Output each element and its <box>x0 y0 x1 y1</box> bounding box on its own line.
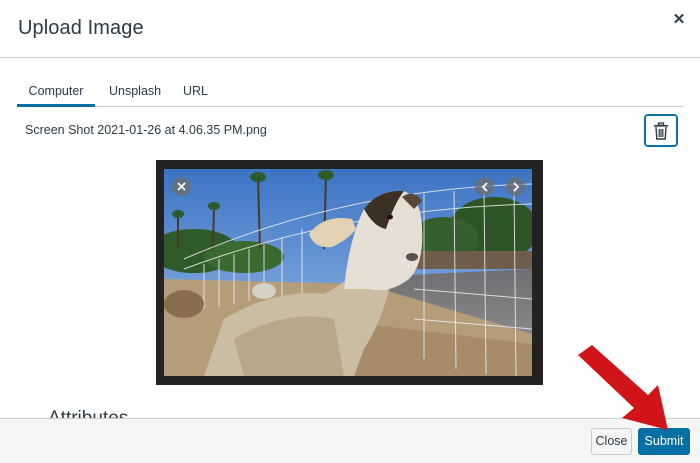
next-button[interactable] <box>506 177 525 196</box>
trash-icon <box>654 121 668 140</box>
close-icon <box>177 182 186 191</box>
tab-list: Computer Unsplash URL <box>17 79 683 107</box>
dialog-footer: Close Submit <box>0 418 700 463</box>
close-icon[interactable]: ✕ <box>670 10 688 28</box>
dialog-title: Upload Image <box>18 17 144 39</box>
tab-url[interactable]: URL <box>183 79 208 104</box>
remove-preview-button[interactable] <box>172 177 191 196</box>
tab-computer[interactable]: Computer <box>17 79 95 107</box>
tab-unsplash[interactable]: Unsplash <box>109 79 161 104</box>
dialog-header: Upload Image ✕ <box>0 0 700 58</box>
goat-photo <box>164 169 532 376</box>
previous-button[interactable] <box>475 177 494 196</box>
upload-image-dialog: Upload Image ✕ Computer Unsplash URL Scr… <box>0 0 700 463</box>
image-preview <box>164 169 532 376</box>
submit-button[interactable]: Submit <box>638 428 690 455</box>
chevron-right-icon <box>512 181 519 192</box>
file-name: Screen Shot 2021-01-26 at 4.06.35 PM.png <box>25 123 267 137</box>
delete-file-button[interactable] <box>644 114 678 147</box>
chevron-left-icon <box>481 181 488 192</box>
close-button[interactable]: Close <box>591 428 632 455</box>
